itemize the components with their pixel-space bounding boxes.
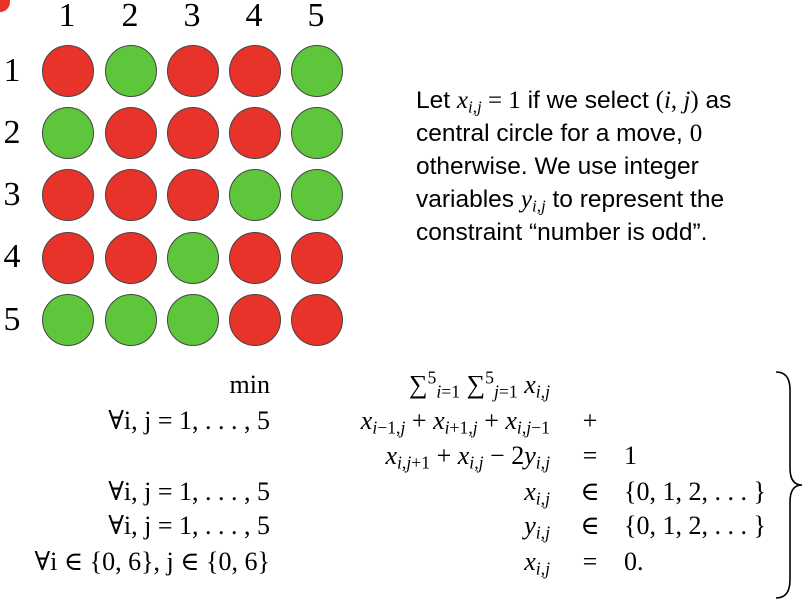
circle-green[interactable] [291, 169, 343, 221]
circle-green[interactable] [42, 107, 94, 159]
circle-red[interactable] [105, 169, 157, 221]
circle-green[interactable] [291, 107, 343, 159]
circle-red[interactable] [229, 294, 281, 346]
circle-red[interactable] [105, 107, 157, 159]
odd-constraint-lhs-part1: xi−1,j + xi+1,j + xi,j−1 [360, 406, 550, 438]
circle-red[interactable] [229, 232, 281, 284]
row-label: 4 [3, 238, 21, 275]
integer-domain: {0, 1, 2, . . . } [624, 511, 766, 540]
circle-red[interactable] [42, 45, 94, 97]
equals-sign: = [582, 547, 598, 576]
row-label: 2 [3, 114, 21, 151]
constraint-row-5: ∀i ∈ {0, 6}, j ∈ {0, 6} xi,j = 0. [0, 547, 790, 577]
constraint-row-2: xi,j+1 + xi,j − 2yi,j = 1 [0, 441, 790, 471]
min-label: min [229, 370, 270, 399]
equals-sign: = [582, 441, 598, 470]
circle-red[interactable] [291, 232, 343, 284]
column-label: 2 [121, 0, 139, 34]
math-pair-ij: (i, j) [655, 87, 699, 114]
circle-red[interactable] [42, 232, 94, 284]
row-label: 5 [3, 301, 21, 338]
circle-green[interactable] [105, 45, 157, 97]
circle-green[interactable] [167, 294, 219, 346]
circle-red[interactable] [229, 107, 281, 159]
forall-ij: ∀i, j = 1, . . . , 5 [108, 406, 270, 435]
math-zero: 0 [689, 120, 703, 147]
circle-red[interactable] [291, 294, 343, 346]
circle-red[interactable] [42, 169, 94, 221]
circle-red[interactable] [105, 232, 157, 284]
odd-constraint-lhs-part2: xi,j+1 + xi,j − 2yi,j [385, 441, 550, 473]
right-brace [775, 371, 803, 599]
circle-green[interactable] [105, 294, 157, 346]
row-label: 3 [3, 176, 21, 213]
math-x-ij-equals-1: xi,j = 1 [456, 87, 521, 117]
plus-sign: + [582, 406, 598, 435]
x-variable: xi,j [524, 477, 550, 509]
x-variable: xi,j [524, 547, 550, 579]
column-label: 5 [307, 0, 325, 34]
circle-green[interactable] [291, 45, 343, 97]
corner-mark [0, 0, 10, 12]
objective-row: min ∑5i=1 ∑5j=1 xi,j [0, 367, 790, 402]
forall-boundary: ∀i ∈ {0, 6}, j ∈ {0, 6} [34, 547, 270, 576]
objective-expression: ∑5i=1 ∑5j=1 xi,j [408, 367, 550, 402]
forall-ij: ∀i, j = 1, . . . , 5 [108, 477, 270, 506]
circle-red[interactable] [167, 107, 219, 159]
column-label: 3 [183, 0, 201, 34]
forall-ij: ∀i, j = 1, . . . , 5 [108, 511, 270, 540]
circle-red[interactable] [167, 45, 219, 97]
circle-green[interactable] [42, 294, 94, 346]
row-label: 1 [3, 52, 21, 89]
in-sign: ∈ [580, 511, 600, 540]
constraint-row-1: ∀i, j = 1, . . . , 5 xi−1,j + xi+1,j + x… [0, 406, 790, 436]
constraint-row-3: ∀i, j = 1, . . . , 5 xi,j ∈ {0, 1, 2, . … [0, 477, 790, 507]
column-label: 4 [245, 0, 263, 34]
description-let: Let [416, 87, 457, 114]
problem-description: Let xi,j = 1 if we select (i, j) as cent… [416, 84, 801, 249]
math-y-ij: yi,j [520, 186, 546, 216]
circle-green[interactable] [167, 232, 219, 284]
in-sign: ∈ [580, 477, 600, 506]
circle-green[interactable] [229, 169, 281, 221]
constraint-row-4: ∀i, j = 1, . . . , 5 yi,j ∈ {0, 1, 2, . … [0, 511, 790, 541]
circle-red[interactable] [229, 45, 281, 97]
rhs-one: 1 [624, 441, 637, 470]
description-if-select: if we select [520, 87, 656, 114]
column-label: 1 [58, 0, 76, 34]
rhs-zero: 0. [624, 547, 644, 576]
integer-domain: {0, 1, 2, . . . } [624, 477, 766, 506]
y-variable: yi,j [524, 511, 550, 543]
circle-red[interactable] [167, 169, 219, 221]
